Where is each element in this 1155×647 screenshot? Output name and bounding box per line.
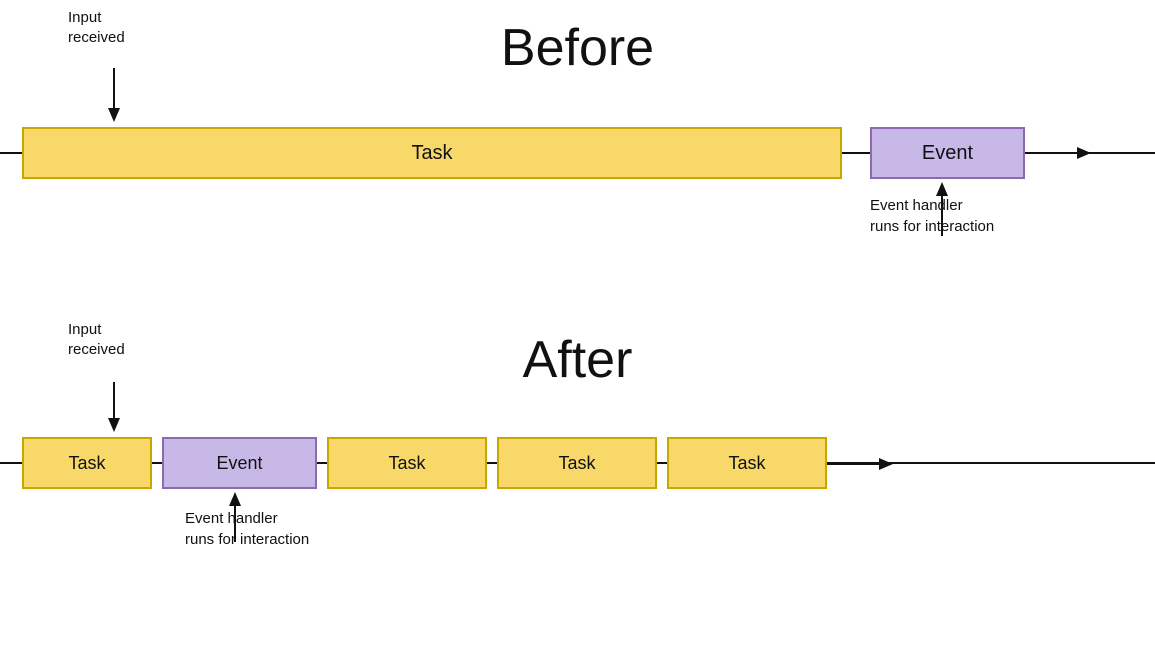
before-title: Before <box>501 18 654 78</box>
after-task-box-1: Task <box>22 437 152 489</box>
before-task-box: Task <box>22 127 842 179</box>
after-input-arrow <box>101 382 127 434</box>
before-event-box: Event <box>870 127 1025 179</box>
after-task-box-3: Task <box>497 437 657 489</box>
after-input-received-label: Input received <box>68 320 125 359</box>
after-task-box-4: Task <box>667 437 827 489</box>
after-event-box: Event <box>162 437 317 489</box>
before-right-arrow <box>1025 144 1095 162</box>
diagram-container: Before Input received Task Event Event h… <box>0 0 1155 647</box>
after-title: After <box>523 330 633 390</box>
after-task-box-2: Task <box>327 437 487 489</box>
before-event-handler-label: Event handler runs for interaction <box>870 195 994 237</box>
after-right-arrow <box>827 455 897 473</box>
before-input-arrow <box>101 68 127 124</box>
after-event-handler-label: Event handler runs for interaction <box>185 508 309 550</box>
before-input-received-label: Input received <box>68 8 125 47</box>
